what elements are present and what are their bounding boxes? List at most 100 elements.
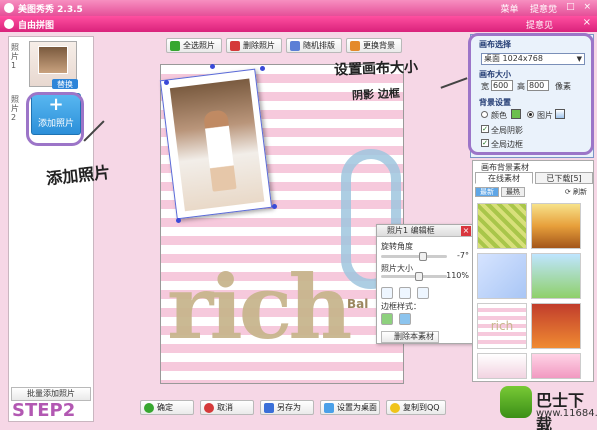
photo-edit-title: 照片1 编辑框 (377, 225, 473, 237)
radio-color[interactable] (481, 111, 488, 118)
tab-online[interactable]: 在线素材 (475, 172, 533, 184)
rotate-handle[interactable] (210, 64, 215, 69)
resize-handle[interactable] (176, 218, 181, 223)
image-icon (350, 41, 360, 51)
tab-downloaded[interactable]: 已下载[5] (535, 172, 593, 184)
refresh-label: 刷新 (573, 188, 587, 196)
set-desktop-label: 设置为桌面 (337, 403, 377, 412)
flip-horizontal-icon[interactable] (381, 287, 393, 299)
site-watermark: 巴士下载 www.11684.com (500, 386, 597, 430)
material-tile[interactable] (531, 303, 581, 349)
border-style-option[interactable] (399, 313, 411, 325)
select-all-button[interactable]: 全选照片 (166, 38, 222, 53)
bg-material-panel: 画布背景素材 在线素材 已下载[5] 最新 最热 ⟳ 刷新 rich (472, 160, 594, 382)
bg-material-tabs: 在线素材 已下载[5] (475, 172, 593, 184)
shuffle-icon (290, 41, 300, 51)
image-picker-icon[interactable] (555, 109, 565, 119)
tile-text: rich (490, 319, 514, 333)
canvas-brand-text: Bal (347, 297, 369, 311)
height-label: 高 (517, 82, 525, 91)
material-tile[interactable] (477, 203, 527, 249)
canvas-select-value: 桌面 1024x768 (484, 54, 543, 63)
resize-handle[interactable] (260, 66, 265, 71)
check-icon (144, 403, 154, 413)
save-icon (264, 403, 274, 413)
batch-add-button[interactable]: 批量添加照片 (11, 387, 91, 401)
cancel-label: 取消 (217, 403, 233, 412)
delete-photo-button[interactable]: 删除照片 (226, 38, 282, 53)
collage-titlebar: 自由拼图 提意见 × (0, 16, 597, 32)
close-icon[interactable]: × (461, 226, 471, 236)
window-controls[interactable]: — □ × (548, 2, 594, 12)
layer-icon[interactable] (417, 287, 429, 299)
change-bg-button[interactable]: 更换背景 (346, 38, 402, 53)
menu-item[interactable]: 菜单 (501, 5, 519, 15)
delete-icon (230, 41, 240, 51)
photo-subject (203, 109, 237, 192)
chevron-down-icon: ▼ (576, 55, 582, 63)
global-border-label: 全局边框 (491, 140, 523, 149)
material-tile[interactable] (477, 353, 527, 379)
refresh-button[interactable]: ⟳ 刷新 (565, 187, 587, 197)
photo-edit-panel: 照片1 编辑框 × 旋转角度 -7° 照片大小 110% 边框样式： 删除本素材 (376, 224, 474, 344)
radio-image[interactable] (527, 111, 534, 118)
rotate-value: -7° (457, 251, 469, 260)
subtab-latest[interactable]: 最新 (475, 187, 499, 197)
close-icon[interactable]: × (583, 17, 591, 28)
photo-frame[interactable] (159, 68, 273, 220)
material-tile[interactable]: rich (477, 303, 527, 349)
replace-tag[interactable]: 替换 (52, 79, 78, 89)
photo-thumbnail[interactable]: 替换 (29, 41, 78, 89)
resize-handle[interactable] (164, 80, 169, 85)
set-desktop-button[interactable]: 设置为桌面 (320, 400, 380, 415)
change-bg-label: 更换背景 (363, 41, 395, 50)
canvas-select-dropdown[interactable]: 桌面 1024x768 ▼ (481, 53, 585, 65)
material-tile[interactable] (531, 203, 581, 249)
width-label: 宽 (481, 82, 489, 91)
random-layout-button[interactable]: 随机排版 (286, 38, 342, 53)
copy-qq-button[interactable]: 复制到QQ (386, 400, 446, 415)
desktop-icon (324, 403, 334, 413)
height-input[interactable]: 800 (527, 80, 549, 91)
ok-button[interactable]: 确定 (140, 400, 194, 415)
save-as-label: 另存为 (277, 403, 301, 412)
global-shadow-label: 全局阴影 (491, 126, 523, 135)
cancel-icon (204, 403, 214, 413)
watermark-logo-icon (500, 386, 532, 418)
subtab-hot[interactable]: 最热 (501, 187, 525, 197)
global-shadow-checkbox[interactable]: ✓ (481, 125, 489, 133)
border-style-option[interactable] (381, 313, 393, 325)
feedback-link[interactable]: 提意见 (526, 18, 553, 31)
thumbnail-image (38, 46, 68, 74)
delete-material-button[interactable]: 删除本素材 (381, 331, 439, 343)
rotate-slider[interactable] (381, 252, 447, 261)
random-layout-label: 随机排版 (303, 41, 335, 50)
slider-knob[interactable] (419, 252, 427, 261)
canvas-select-label: 画布选择 (479, 40, 511, 49)
global-border-checkbox[interactable]: ✓ (481, 139, 489, 147)
step-label: STEP2 (12, 400, 76, 421)
size-value: 110% (446, 271, 469, 280)
app-titlebar: 美图秀秀 2.3.5 菜单 提意见 — □ × (0, 0, 597, 16)
copy-qq-label: 复制到QQ (403, 403, 440, 412)
material-tile[interactable] (531, 253, 581, 299)
radio-image-label: 图片 (537, 111, 553, 120)
photo-image (169, 78, 265, 212)
app-title: 美图秀秀 2.3.5 (18, 5, 83, 15)
material-tile[interactable] (531, 353, 581, 379)
delete-photo-label: 删除照片 (243, 41, 275, 50)
annotation-canvas-size: 设置画布大小 (333, 59, 419, 79)
ok-label: 确定 (157, 403, 173, 412)
cancel-button[interactable]: 取消 (200, 400, 254, 415)
color-swatch[interactable] (511, 109, 521, 119)
qq-icon (390, 403, 400, 413)
size-slider[interactable] (381, 272, 447, 281)
slider-knob[interactable] (415, 272, 423, 281)
resize-handle[interactable] (272, 204, 277, 209)
material-tile[interactable] (477, 253, 527, 299)
width-input[interactable]: 600 (491, 80, 513, 91)
flip-vertical-icon[interactable] (399, 287, 411, 299)
save-as-button[interactable]: 另存为 (260, 400, 314, 415)
bg-setting-label: 背景设置 (479, 98, 511, 107)
rotate-label: 旋转角度 (381, 242, 413, 251)
